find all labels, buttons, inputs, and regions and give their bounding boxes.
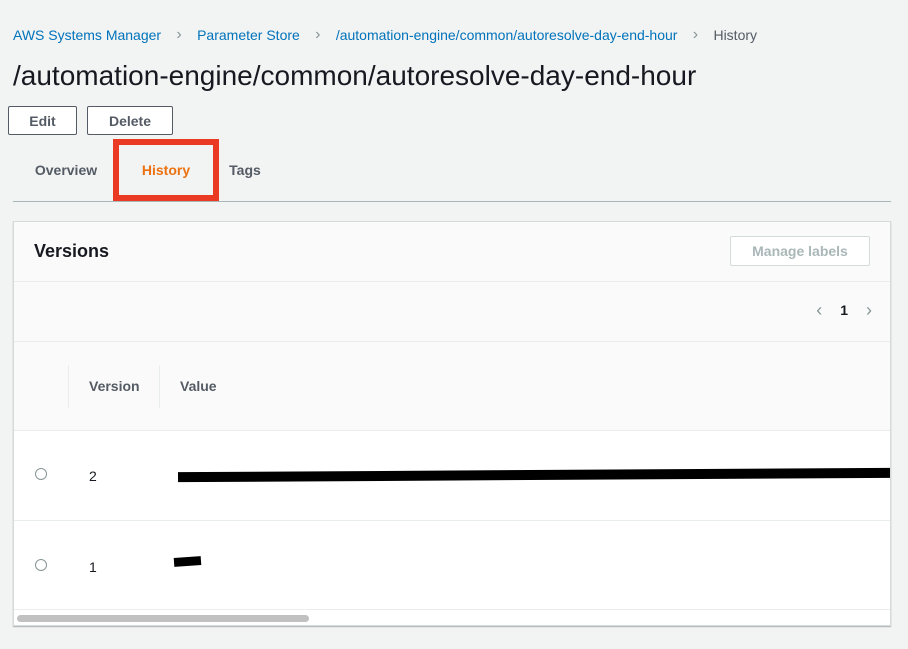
chevron-right-icon: › [692,26,699,43]
row-select-radio[interactable] [35,559,47,571]
versions-panel: Versions Manage labels ‹ 1 › Version Val… [13,221,891,626]
horizontal-scrollbar[interactable] [14,610,890,625]
column-header-version[interactable]: Version [89,342,140,430]
page-number[interactable]: 1 [840,302,848,318]
chevron-right-icon[interactable]: › [866,301,872,319]
pagination-bar: ‹ 1 › [14,282,890,342]
row-select-radio[interactable] [35,468,47,480]
tab-history[interactable]: History [113,140,219,200]
breadcrumb-current: History [713,27,758,43]
breadcrumb-parameter-store[interactable]: Parameter Store [197,27,300,43]
pagination: ‹ 1 › [816,301,872,319]
tab-bar: Overview History Tags [13,140,891,202]
chevron-right-icon: › [315,26,321,43]
column-header-value[interactable]: Value [180,342,217,430]
tab-tags[interactable]: Tags [223,140,267,200]
version-cell: 1 [89,559,97,575]
table-header: Version Value [14,342,890,431]
version-cell: 2 [89,468,97,484]
table-row[interactable]: 2 [14,431,890,521]
versions-panel-header: Versions Manage labels [14,222,890,282]
manage-labels-button[interactable]: Manage labels [730,236,870,266]
breadcrumb: AWS Systems Manager › Parameter Store › … [13,26,758,44]
redacted-value [177,467,890,483]
breadcrumb-systems-manager[interactable]: AWS Systems Manager [13,27,161,43]
redacted-value [173,556,202,567]
delete-button[interactable]: Delete [87,106,173,135]
page-title: /automation-engine/common/autoresolve-da… [13,60,697,91]
edit-button[interactable]: Edit [8,106,77,135]
column-divider [159,365,160,408]
column-divider [68,365,69,408]
breadcrumb-parameter-name[interactable]: /automation-engine/common/autoresolve-da… [336,27,678,43]
tab-overview[interactable]: Overview [23,140,109,200]
parameter-history-page: AWS Systems Manager › Parameter Store › … [0,0,908,649]
scrollbar-thumb[interactable] [17,615,309,622]
chevron-left-icon[interactable]: ‹ [816,301,822,319]
chevron-right-icon: › [176,26,182,43]
table-row[interactable]: 1 [14,521,890,610]
versions-panel-title: Versions [34,241,110,261]
